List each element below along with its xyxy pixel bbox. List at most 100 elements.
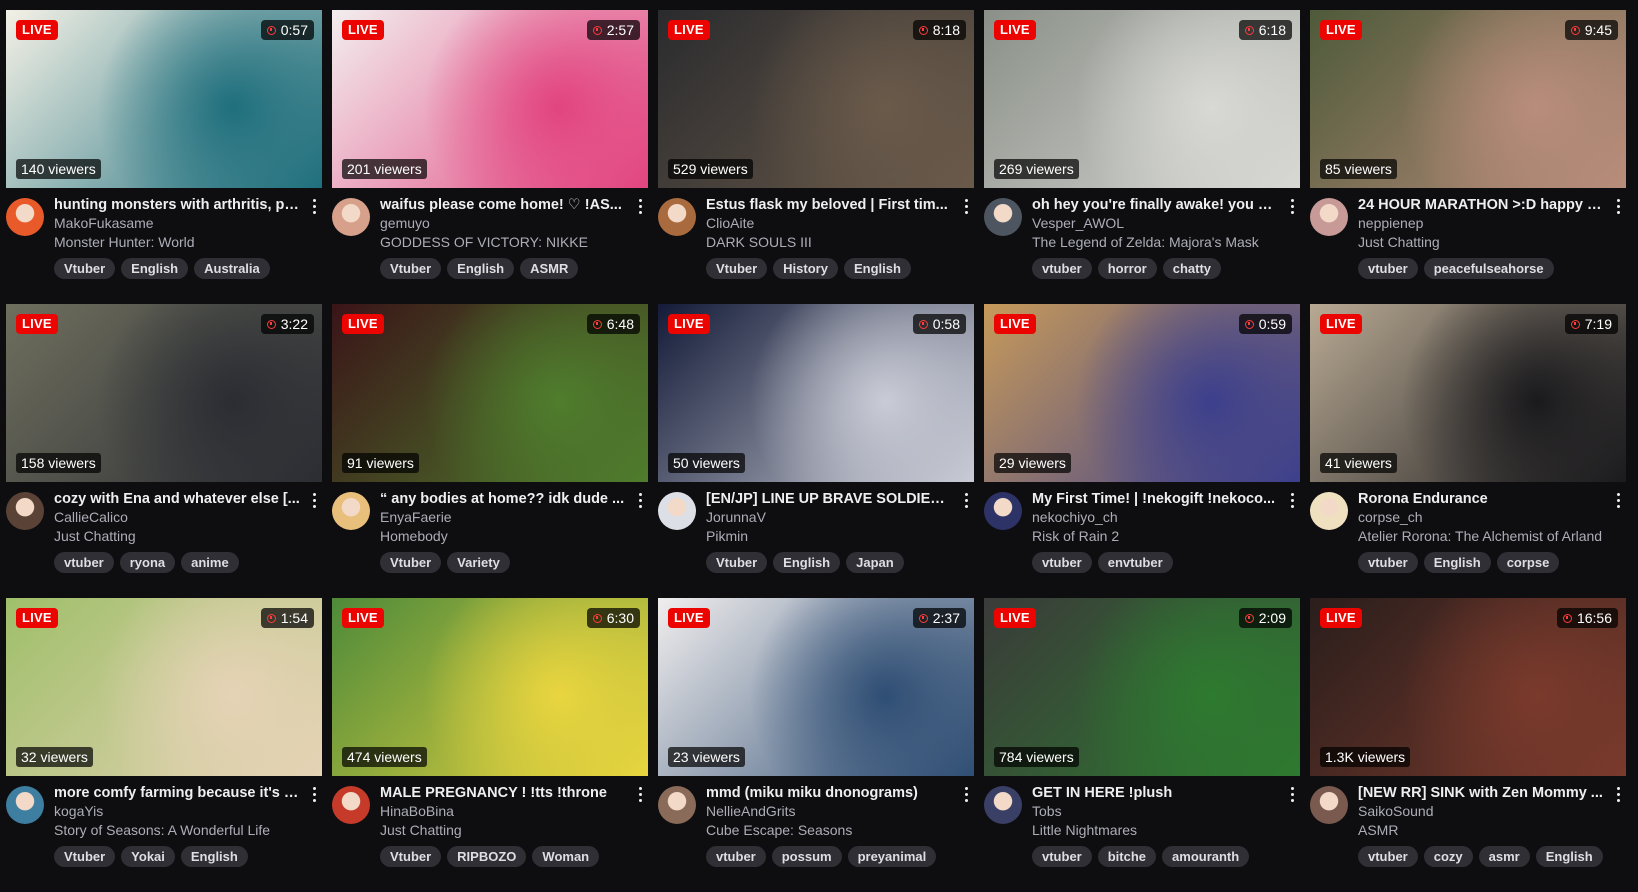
tag-chip[interactable]: vtuber [1358, 846, 1418, 867]
channel-avatar[interactable] [658, 198, 696, 236]
tag-chip[interactable]: preyanimal [847, 846, 937, 867]
channel-avatar[interactable] [658, 786, 696, 824]
stream-thumbnail[interactable]: LIVE 6:48 91 viewers [332, 304, 648, 482]
more-options-button[interactable] [306, 490, 322, 510]
category-link[interactable]: Little Nightmares [1032, 821, 1278, 840]
channel-avatar[interactable] [332, 492, 370, 530]
stream-title[interactable]: Estus flask my beloved | First tim... [706, 196, 952, 214]
channel-name[interactable]: corpse_ch [1358, 508, 1604, 527]
stream-thumbnail[interactable]: LIVE 2:09 784 viewers [984, 598, 1300, 776]
channel-name[interactable]: ClioAite [706, 214, 952, 233]
category-link[interactable]: Monster Hunter: World [54, 233, 300, 252]
channel-name[interactable]: EnyaFaerie [380, 508, 626, 527]
tag-chip[interactable]: vtuber [1358, 258, 1418, 279]
tag-chip[interactable]: vtuber [1032, 846, 1092, 867]
channel-avatar[interactable] [1310, 786, 1348, 824]
more-options-button[interactable] [306, 784, 322, 804]
channel-name[interactable]: gemuyo [380, 214, 626, 233]
stream-title[interactable]: waifus please come home! ♡ !AS... [380, 196, 626, 214]
channel-name[interactable]: NellieAndGrits [706, 802, 952, 821]
tag-chip[interactable]: vtuber [54, 552, 114, 573]
category-link[interactable]: Just Chatting [54, 527, 300, 546]
channel-name[interactable]: Vesper_AWOL [1032, 214, 1278, 233]
channel-avatar[interactable] [332, 198, 370, 236]
stream-title[interactable]: “ any bodies at home?? idk dude ... [380, 490, 626, 508]
stream-thumbnail[interactable]: LIVE 0:59 29 viewers [984, 304, 1300, 482]
more-options-button[interactable] [958, 490, 974, 510]
more-options-button[interactable] [1610, 196, 1626, 216]
tag-chip[interactable]: peacefulseahorse [1423, 258, 1554, 279]
more-options-button[interactable] [632, 784, 648, 804]
tag-chip[interactable]: English [1535, 846, 1603, 867]
more-options-button[interactable] [1284, 784, 1300, 804]
channel-avatar[interactable] [6, 198, 44, 236]
tag-chip[interactable]: envtuber [1097, 552, 1173, 573]
more-options-button[interactable] [632, 490, 648, 510]
channel-name[interactable]: neppienep [1358, 214, 1604, 233]
stream-thumbnail[interactable]: LIVE 3:22 158 viewers [6, 304, 322, 482]
tag-chip[interactable]: English [447, 258, 515, 279]
stream-thumbnail[interactable]: LIVE 7:19 41 viewers [1310, 304, 1626, 482]
category-link[interactable]: GODDESS OF VICTORY: NIKKE [380, 233, 626, 252]
channel-name[interactable]: HinaBoBina [380, 802, 626, 821]
stream-thumbnail[interactable]: LIVE 0:58 50 viewers [658, 304, 974, 482]
category-link[interactable]: Atelier Rorona: The Alchemist of Arland [1358, 527, 1604, 546]
tag-chip[interactable]: Yokai [121, 846, 175, 867]
stream-thumbnail[interactable]: LIVE 1:54 32 viewers [6, 598, 322, 776]
tag-chip[interactable]: Vtuber [706, 258, 768, 279]
stream-title[interactable]: oh hey you're finally awake! you hi... [1032, 196, 1278, 214]
channel-avatar[interactable] [1310, 492, 1348, 530]
stream-title[interactable]: 24 HOUR MARATHON >:D happy 1... [1358, 196, 1604, 214]
tag-chip[interactable]: English [843, 258, 911, 279]
tag-chip[interactable]: amouranth [1162, 846, 1250, 867]
tag-chip[interactable]: ASMR [520, 258, 579, 279]
channel-avatar[interactable] [332, 786, 370, 824]
channel-name[interactable]: MakoFukasame [54, 214, 300, 233]
stream-thumbnail[interactable]: LIVE 0:57 140 viewers [6, 10, 322, 188]
channel-name[interactable]: Tobs [1032, 802, 1278, 821]
stream-title[interactable]: [EN/JP] LINE UP BRAVE SOLDIERS... [706, 490, 952, 508]
category-link[interactable]: Just Chatting [380, 821, 626, 840]
tag-chip[interactable]: Vtuber [54, 846, 116, 867]
stream-title[interactable]: GET IN HERE !plush [1032, 784, 1278, 802]
tag-chip[interactable]: corpse [1496, 552, 1560, 573]
category-link[interactable]: Pikmin [706, 527, 952, 546]
tag-chip[interactable]: Woman [532, 846, 600, 867]
tag-chip[interactable]: cozy [1423, 846, 1473, 867]
channel-avatar[interactable] [1310, 198, 1348, 236]
category-link[interactable]: DARK SOULS III [706, 233, 952, 252]
more-options-button[interactable] [1284, 196, 1300, 216]
channel-avatar[interactable] [6, 492, 44, 530]
tag-chip[interactable]: Vtuber [380, 846, 442, 867]
stream-title[interactable]: Rorona Endurance [1358, 490, 1604, 508]
category-link[interactable]: ASMR [1358, 821, 1604, 840]
channel-name[interactable]: nekochiyo_ch [1032, 508, 1278, 527]
tag-chip[interactable]: anime [181, 552, 239, 573]
more-options-button[interactable] [632, 196, 648, 216]
more-options-button[interactable] [1610, 490, 1626, 510]
channel-avatar[interactable] [658, 492, 696, 530]
stream-title[interactable]: cozy with Ena and whatever else [... [54, 490, 300, 508]
category-link[interactable]: Cube Escape: Seasons [706, 821, 952, 840]
tag-chip[interactable]: possum [771, 846, 842, 867]
stream-title[interactable]: more comfy farming because it's t... [54, 784, 300, 802]
tag-chip[interactable]: bitche [1097, 846, 1157, 867]
tag-chip[interactable]: vtuber [706, 846, 766, 867]
more-options-button[interactable] [1284, 490, 1300, 510]
category-link[interactable]: Story of Seasons: A Wonderful Life [54, 821, 300, 840]
tag-chip[interactable]: Variety [447, 552, 510, 573]
category-link[interactable]: Risk of Rain 2 [1032, 527, 1278, 546]
stream-thumbnail[interactable]: LIVE 2:57 201 viewers [332, 10, 648, 188]
channel-avatar[interactable] [984, 492, 1022, 530]
tag-chip[interactable]: English [180, 846, 248, 867]
tag-chip[interactable]: vtuber [1358, 552, 1418, 573]
tag-chip[interactable]: Vtuber [706, 552, 768, 573]
stream-thumbnail[interactable]: LIVE 8:18 529 viewers [658, 10, 974, 188]
more-options-button[interactable] [1610, 784, 1626, 804]
channel-name[interactable]: kogaYis [54, 802, 300, 821]
category-link[interactable]: Homebody [380, 527, 626, 546]
tag-chip[interactable]: vtuber [1032, 552, 1092, 573]
category-link[interactable]: The Legend of Zelda: Majora's Mask [1032, 233, 1278, 252]
stream-thumbnail[interactable]: LIVE 16:56 1.3K viewers [1310, 598, 1626, 776]
category-link[interactable]: Just Chatting [1358, 233, 1604, 252]
